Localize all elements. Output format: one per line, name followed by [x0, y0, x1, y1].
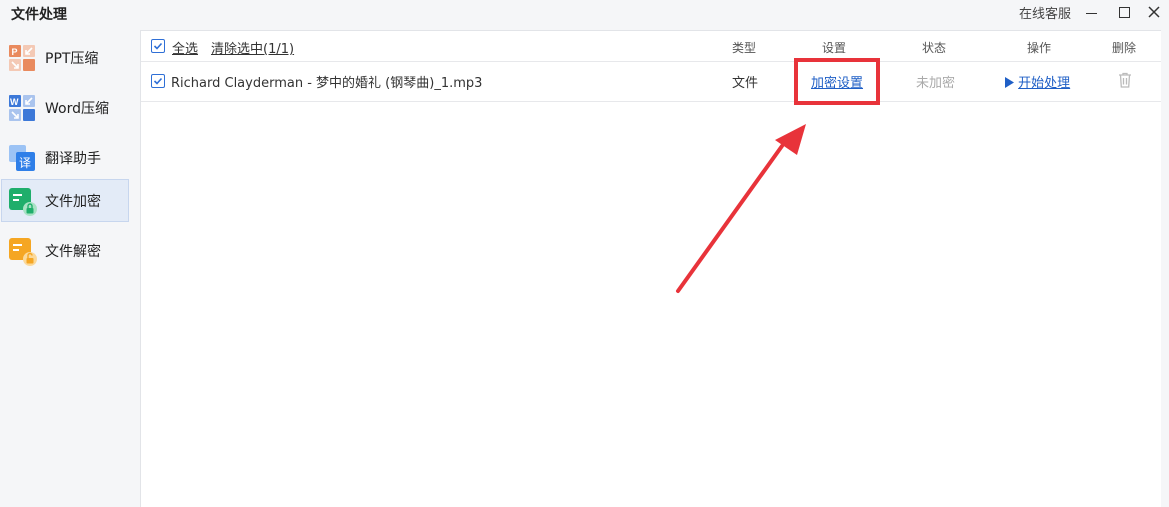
svg-text:译: 译 — [19, 156, 31, 170]
sidebar-item-file-decrypt[interactable]: 文件解密 — [1, 229, 129, 272]
select-all-link[interactable]: 全选 — [172, 38, 198, 57]
annotation-highlight-box — [794, 58, 880, 105]
start-process-label: 开始处理 — [1018, 76, 1071, 91]
close-button[interactable] — [1143, 2, 1165, 22]
svg-text:P: P — [12, 47, 18, 57]
file-list-panel: 全选 清除选中(1/1) 类型 设置 状态 操作 删除 Richard Clay… — [140, 30, 1161, 507]
translate-icon: 译 — [9, 144, 35, 171]
check-icon — [153, 42, 163, 50]
app-title: 文件处理 — [11, 7, 67, 23]
close-icon — [1148, 6, 1160, 18]
trash-icon — [1119, 72, 1131, 88]
column-header-type: 类型 — [732, 41, 757, 55]
sidebar-item-label: PPT压缩 — [45, 50, 99, 67]
file-decrypt-icon — [9, 237, 37, 266]
clear-selection-link[interactable]: 清除选中(1/1) — [211, 38, 294, 57]
table-row: Richard Clayderman - 梦中的婚礼 (钢琴曲)_1.mp3 文… — [141, 62, 1161, 102]
ppt-compress-icon: P — [9, 44, 35, 71]
file-name: Richard Clayderman - 梦中的婚礼 (钢琴曲)_1.mp3 — [171, 76, 483, 91]
title-bar: 文件处理 在线客服 — [0, 0, 1169, 28]
sidebar-item-word-compress[interactable]: W Word压缩 — [1, 86, 129, 129]
column-header-settings: 设置 — [822, 41, 847, 55]
sidebar-item-label: 翻译助手 — [45, 150, 101, 167]
sidebar-item-label: Word压缩 — [45, 100, 109, 117]
row-checkbox[interactable] — [151, 74, 165, 88]
status-text: 未加密 — [916, 76, 956, 91]
column-header-status: 状态 — [922, 41, 947, 55]
file-encrypt-icon — [9, 187, 37, 216]
column-header-action: 操作 — [1027, 41, 1052, 55]
sidebar-item-file-encrypt[interactable]: 文件加密 — [1, 179, 129, 222]
svg-text:W: W — [10, 97, 19, 107]
file-type: 文件 — [732, 76, 759, 91]
table-header: 全选 清除选中(1/1) 类型 设置 状态 操作 删除 — [141, 31, 1161, 62]
sidebar-item-label: 文件解密 — [45, 243, 101, 260]
column-header-delete: 删除 — [1112, 41, 1137, 55]
online-service-link[interactable]: 在线客服 — [1019, 3, 1071, 22]
start-process-button[interactable]: 开始处理 — [1005, 72, 1070, 91]
minimize-icon — [1085, 12, 1097, 15]
select-all-checkbox[interactable] — [151, 39, 165, 53]
sidebar: P PPT压缩 W Word压缩 译 翻译助手 文件加密 文件解密 — [0, 28, 138, 506]
sidebar-item-ppt-compress[interactable]: P PPT压缩 — [1, 36, 129, 79]
check-icon — [153, 77, 163, 85]
maximize-button[interactable] — [1113, 2, 1135, 22]
maximize-icon — [1118, 6, 1130, 18]
word-compress-icon: W — [9, 94, 35, 121]
minimize-button[interactable] — [1080, 2, 1102, 22]
play-icon — [1005, 77, 1014, 88]
sidebar-item-label: 文件加密 — [45, 193, 101, 210]
sidebar-item-translate[interactable]: 译 翻译助手 — [1, 136, 129, 179]
delete-button[interactable] — [1118, 72, 1132, 92]
